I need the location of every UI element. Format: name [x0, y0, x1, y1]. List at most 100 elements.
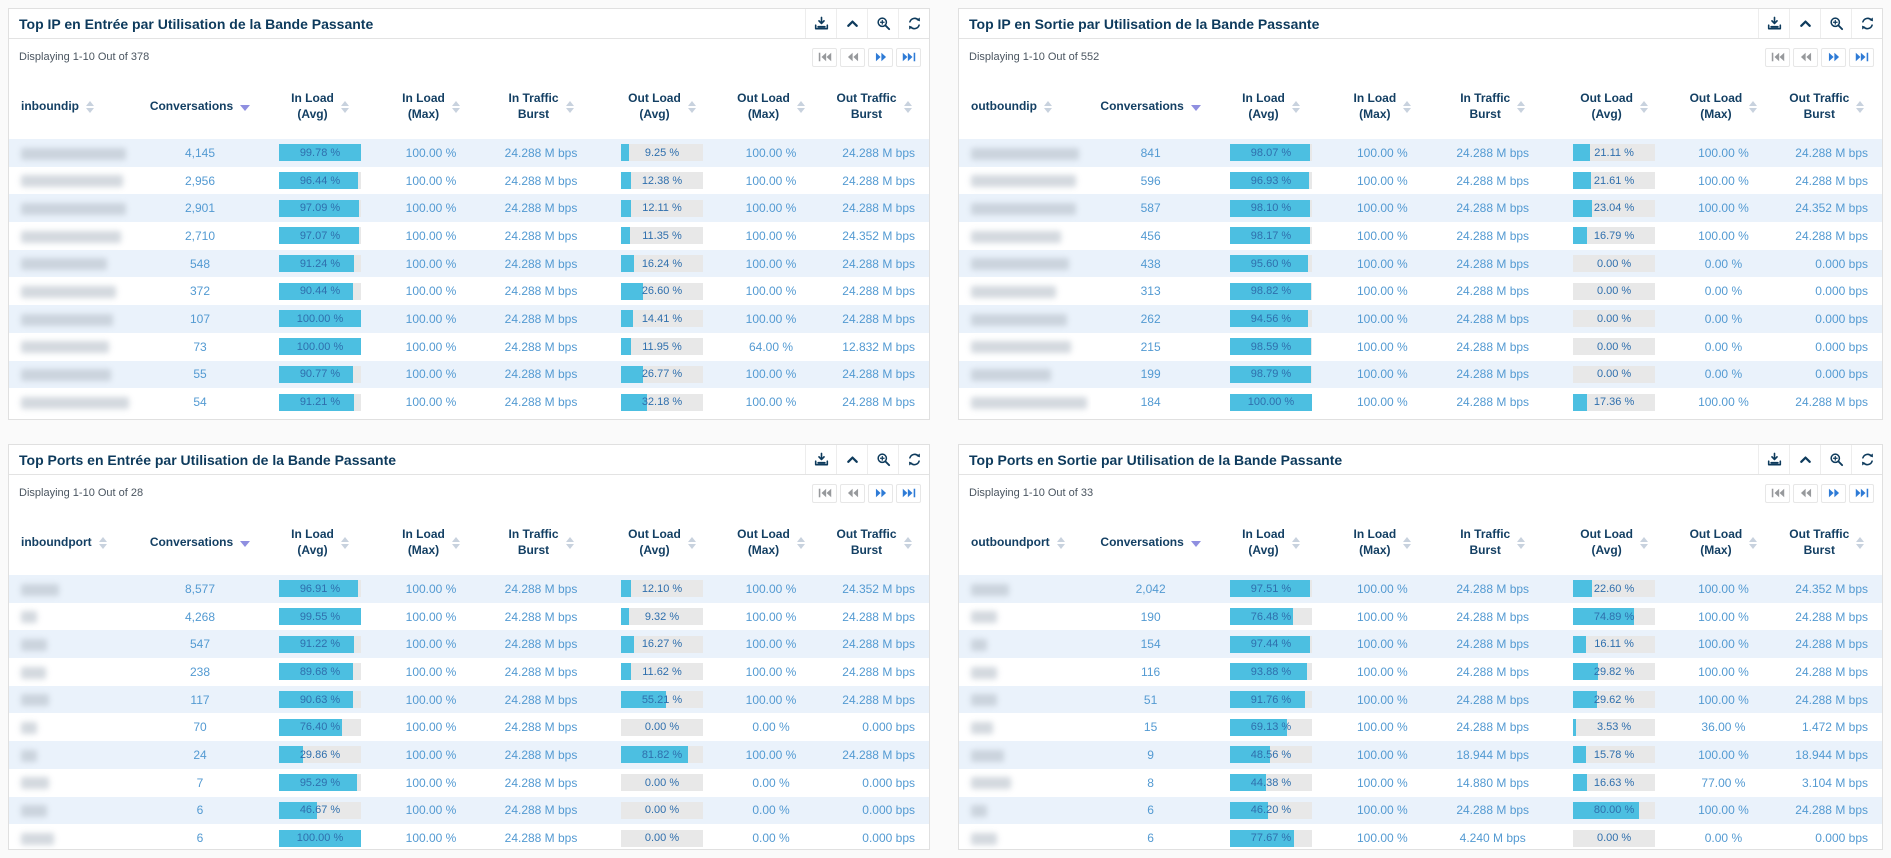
- refresh-button[interactable]: [898, 445, 929, 474]
- col-header-conversations[interactable]: Conversations: [141, 511, 259, 575]
- key-cell-redacted[interactable]: [959, 797, 1091, 825]
- pager-first-button[interactable]: [812, 483, 837, 503]
- key-cell-redacted[interactable]: [9, 333, 141, 361]
- key-cell-redacted[interactable]: [959, 630, 1091, 658]
- col-header-in-load-avg[interactable]: In Load (Avg): [259, 511, 381, 575]
- key-cell-redacted[interactable]: [959, 741, 1091, 769]
- key-cell-redacted[interactable]: [9, 797, 141, 825]
- pager-first-button[interactable]: [812, 47, 837, 67]
- pager-first-button[interactable]: [1765, 483, 1790, 503]
- pager-last-button[interactable]: [1849, 47, 1874, 67]
- col-header-in-load-avg[interactable]: In Load (Avg): [1210, 75, 1332, 139]
- refresh-button[interactable]: [1851, 9, 1882, 38]
- pager-last-button[interactable]: [896, 47, 921, 67]
- key-cell-redacted[interactable]: [9, 630, 141, 658]
- key-cell-redacted[interactable]: [9, 277, 141, 305]
- key-cell-redacted[interactable]: [959, 333, 1091, 361]
- refresh-button[interactable]: [898, 9, 929, 38]
- export-button[interactable]: [805, 9, 836, 38]
- col-header-conversations[interactable]: Conversations: [141, 75, 259, 139]
- col-header-in-traffic-burst[interactable]: In Traffic Burst: [1433, 511, 1553, 575]
- col-header-in-load-max[interactable]: In Load (Max): [381, 75, 481, 139]
- key-cell-redacted[interactable]: [9, 658, 141, 686]
- pager-next-button[interactable]: [868, 483, 893, 503]
- zoom-button[interactable]: [867, 445, 898, 474]
- key-cell-redacted[interactable]: [9, 194, 141, 222]
- col-header-out-traffic-burst[interactable]: Out Traffic Burst: [819, 511, 929, 575]
- pager-prev-button[interactable]: [1793, 483, 1818, 503]
- col-header-in-load-avg[interactable]: In Load (Avg): [1210, 511, 1332, 575]
- collapse-button[interactable]: [836, 445, 867, 474]
- key-cell-redacted[interactable]: [9, 250, 141, 278]
- key-cell-redacted[interactable]: [959, 194, 1091, 222]
- collapse-button[interactable]: [1789, 9, 1820, 38]
- collapse-button[interactable]: [836, 9, 867, 38]
- export-button[interactable]: [805, 445, 836, 474]
- pager-next-button[interactable]: [1821, 483, 1846, 503]
- key-cell-redacted[interactable]: [9, 575, 141, 603]
- col-header-out-load-avg[interactable]: Out Load (Avg): [1553, 511, 1675, 575]
- key-cell-redacted[interactable]: [959, 388, 1091, 416]
- col-header-in-traffic-burst[interactable]: In Traffic Burst: [1433, 75, 1553, 139]
- col-header-conversations[interactable]: Conversations: [1091, 511, 1209, 575]
- key-cell-redacted[interactable]: [959, 603, 1091, 631]
- col-header-out-traffic-burst[interactable]: Out Traffic Burst: [1772, 511, 1882, 575]
- pager-first-button[interactable]: [1765, 47, 1790, 67]
- col-header-conversations[interactable]: Conversations: [1091, 75, 1209, 139]
- key-cell-redacted[interactable]: [959, 361, 1091, 389]
- key-cell-redacted[interactable]: [959, 686, 1091, 714]
- key-cell-redacted[interactable]: [959, 713, 1091, 741]
- col-header-out-load-avg[interactable]: Out Load (Avg): [1553, 75, 1675, 139]
- key-cell-redacted[interactable]: [9, 769, 141, 797]
- key-cell-redacted[interactable]: [959, 658, 1091, 686]
- col-header-out-traffic-burst[interactable]: Out Traffic Burst: [1772, 75, 1882, 139]
- pager-next-button[interactable]: [868, 47, 893, 67]
- key-cell-redacted[interactable]: [9, 603, 141, 631]
- col-header-in-load-max[interactable]: In Load (Max): [1332, 511, 1432, 575]
- pager-prev-button[interactable]: [840, 47, 865, 67]
- pager-last-button[interactable]: [1849, 483, 1874, 503]
- col-header-out-load-avg[interactable]: Out Load (Avg): [601, 511, 723, 575]
- refresh-button[interactable]: [1851, 445, 1882, 474]
- col-header-out-load-avg[interactable]: Out Load (Avg): [601, 75, 723, 139]
- key-cell-redacted[interactable]: [959, 139, 1091, 167]
- col-header-in-load-max[interactable]: In Load (Max): [381, 511, 481, 575]
- key-cell-redacted[interactable]: [9, 388, 141, 416]
- key-cell-redacted[interactable]: [959, 305, 1091, 333]
- collapse-button[interactable]: [1789, 445, 1820, 474]
- pager-prev-button[interactable]: [1793, 47, 1818, 67]
- pager-prev-button[interactable]: [840, 483, 865, 503]
- col-header-in-traffic-burst[interactable]: In Traffic Burst: [481, 511, 601, 575]
- key-cell-redacted[interactable]: [9, 713, 141, 741]
- zoom-button[interactable]: [1820, 445, 1851, 474]
- key-cell-redacted[interactable]: [9, 167, 141, 195]
- col-header-out-load-max[interactable]: Out Load (Max): [723, 511, 819, 575]
- col-header-inboundport[interactable]: inboundport: [9, 511, 141, 575]
- export-button[interactable]: [1758, 445, 1789, 474]
- key-cell-redacted[interactable]: [9, 305, 141, 333]
- zoom-button[interactable]: [1820, 9, 1851, 38]
- zoom-button[interactable]: [867, 9, 898, 38]
- col-header-out-load-max[interactable]: Out Load (Max): [1675, 75, 1771, 139]
- pager-next-button[interactable]: [1821, 47, 1846, 67]
- col-header-out-load-max[interactable]: Out Load (Max): [1675, 511, 1771, 575]
- key-cell-redacted[interactable]: [959, 575, 1091, 603]
- col-header-outboundport[interactable]: outboundport: [959, 511, 1091, 575]
- key-cell-redacted[interactable]: [959, 769, 1091, 797]
- key-cell-redacted[interactable]: [9, 139, 141, 167]
- export-button[interactable]: [1758, 9, 1789, 38]
- col-header-in-traffic-burst[interactable]: In Traffic Burst: [481, 75, 601, 139]
- key-cell-redacted[interactable]: [959, 222, 1091, 250]
- key-cell-redacted[interactable]: [959, 824, 1091, 849]
- key-cell-redacted[interactable]: [9, 824, 141, 849]
- key-cell-redacted[interactable]: [959, 250, 1091, 278]
- col-header-out-load-max[interactable]: Out Load (Max): [723, 75, 819, 139]
- col-header-inboundip[interactable]: inboundip: [9, 75, 141, 139]
- key-cell-redacted[interactable]: [959, 167, 1091, 195]
- col-header-outboundip[interactable]: outboundip: [959, 75, 1091, 139]
- key-cell-redacted[interactable]: [9, 741, 141, 769]
- col-header-in-load-max[interactable]: In Load (Max): [1332, 75, 1432, 139]
- col-header-out-traffic-burst[interactable]: Out Traffic Burst: [819, 75, 929, 139]
- key-cell-redacted[interactable]: [9, 361, 141, 389]
- key-cell-redacted[interactable]: [9, 686, 141, 714]
